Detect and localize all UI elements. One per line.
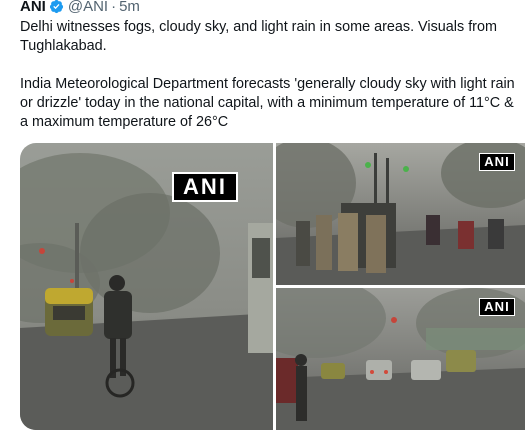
separator-dot: · (111, 0, 117, 15)
tweet-text-paragraph-2: India Meteorological Department forecast… (20, 76, 515, 130)
photo-cyclist-fog[interactable]: ANI (20, 143, 273, 430)
ani-watermark: ANI (479, 153, 515, 171)
ani-watermark: ANI (172, 172, 238, 202)
timestamp[interactable]: 5m (119, 0, 140, 15)
media-grid: ANI ANI ANI (20, 143, 525, 430)
ani-watermark: ANI (479, 298, 515, 316)
tweet-body: Delhi witnesses fogs, cloudy sky, and li… (20, 18, 520, 132)
author-name[interactable]: ANI (20, 0, 46, 15)
photo-soldiers-walking[interactable]: ANI (276, 143, 525, 285)
tweet-header: ANI @ANI · 5m (20, 0, 140, 15)
verified-badge-icon (49, 0, 63, 13)
tweet-text-paragraph-1: Delhi witnesses fogs, cloudy sky, and li… (20, 19, 497, 54)
author-handle[interactable]: @ANI (68, 0, 108, 15)
photo-foggy-traffic[interactable]: ANI (276, 288, 525, 430)
